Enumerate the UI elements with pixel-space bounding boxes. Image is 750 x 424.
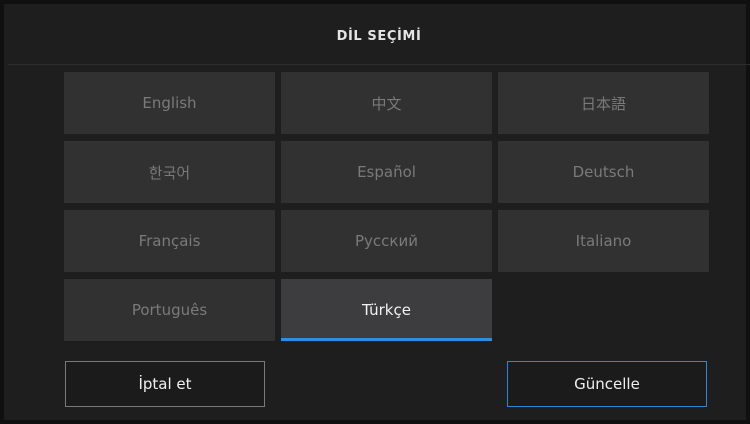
language-option-label: Italiano [575, 232, 632, 250]
language-option-japanese[interactable]: 日本語 [498, 72, 709, 134]
cancel-button[interactable]: İptal et [65, 361, 265, 407]
language-option-italian[interactable]: Italiano [498, 210, 709, 272]
update-button[interactable]: Güncelle [507, 361, 707, 407]
language-option-label: Español [357, 163, 416, 181]
language-option-label: Русский [355, 232, 418, 250]
language-option-spanish[interactable]: Español [281, 141, 492, 203]
language-option-french[interactable]: Français [64, 210, 275, 272]
cancel-button-label: İptal et [138, 375, 192, 393]
language-option-label: Português [131, 301, 208, 319]
language-option-label: 中文 [371, 94, 402, 113]
selected-indicator [281, 338, 492, 341]
language-option-label: English [142, 94, 197, 112]
language-option-label: 한국어 [148, 163, 191, 182]
language-grid: English 中文 日本語 한국어 Español Deutsch Franç… [64, 72, 709, 344]
language-option-korean[interactable]: 한국어 [64, 141, 275, 203]
language-option-label: Türkçe [362, 301, 411, 319]
dialog-title: DİL SEÇİMİ [336, 28, 422, 44]
language-dialog: DİL SEÇİMİ English 中文 日本語 한국어 Español De… [0, 0, 750, 424]
language-option-russian[interactable]: Русский [281, 210, 492, 272]
dialog-header: DİL SEÇİMİ [8, 8, 750, 65]
language-option-label: Français [138, 232, 201, 250]
language-option-portuguese[interactable]: Português [64, 279, 275, 341]
language-option-english[interactable]: English [64, 72, 275, 134]
update-button-label: Güncelle [574, 375, 640, 393]
language-option-label: 日本語 [580, 94, 626, 113]
language-option-german[interactable]: Deutsch [498, 141, 709, 203]
language-option-chinese[interactable]: 中文 [281, 72, 492, 134]
language-option-turkish[interactable]: Türkçe [281, 279, 492, 341]
language-option-label: Deutsch [572, 163, 635, 181]
